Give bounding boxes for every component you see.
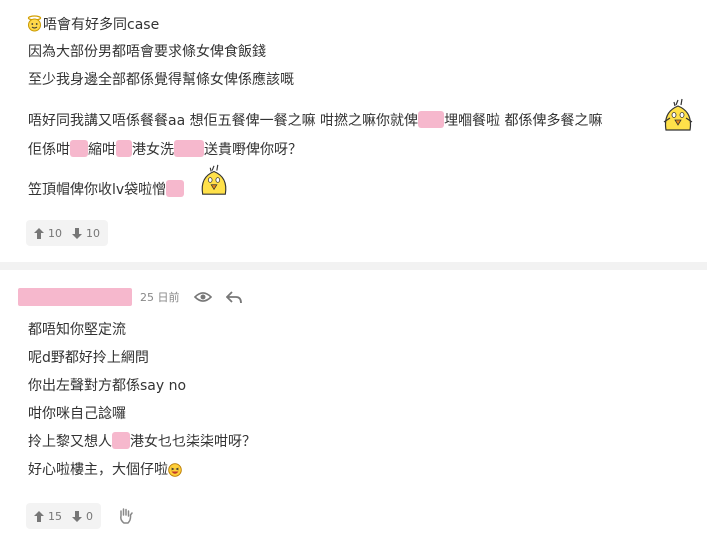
censored-text (112, 432, 130, 449)
post-line: 佢係咁 縮咁 港女洗 送貴嘢俾你呀？ (28, 140, 302, 160)
downvote-count: 0 (86, 509, 93, 523)
downvote-count: 10 (86, 226, 100, 240)
downvote-button[interactable]: 0 (72, 510, 93, 523)
downvote-button[interactable]: 10 (72, 227, 100, 240)
post-line: 拎上黎又想人 港女乜乜柒柒咁呀？ (28, 432, 256, 452)
laughing-face-icon (168, 463, 182, 477)
post-text: 港女洗 (132, 142, 174, 158)
post-line: 你出左聲對方都係say no (28, 378, 187, 394)
upvote-button[interactable]: 10 (34, 227, 62, 240)
view-button[interactable] (193, 291, 212, 303)
upvote-count: 15 (48, 509, 62, 523)
censored-text (116, 140, 132, 157)
post-line: 至少我身邊全部都係覺得幫條女俾係應該嘅 (28, 72, 294, 88)
post-line: 呢d野都好拎上網問 (28, 350, 149, 366)
thumb-down-arrow-icon (72, 227, 82, 239)
censored-text (418, 111, 445, 128)
thumb-down-arrow-icon (72, 510, 82, 522)
vote-bar: 15 0 (26, 503, 101, 529)
vote-bar: 10 10 (26, 220, 108, 246)
yellow-chick-sticker-icon (663, 98, 693, 131)
post-line: 咁你咪自己諗囉 (28, 406, 126, 422)
post-divider (0, 262, 707, 270)
upvote-count: 10 (48, 226, 62, 240)
eye-icon (193, 292, 212, 302)
post-line: 因為大部份男都唔會要求條女俾食飯錢 (28, 44, 266, 60)
reply-post-1: 唔會有好多同case 因為大部份男都唔會要求條女俾食飯錢 至少我身邊全部都係覺得… (0, 0, 707, 262)
post-text: 縮咁 (88, 142, 116, 158)
thumb-up-arrow-icon (34, 510, 44, 522)
username-censored[interactable] (18, 288, 132, 306)
post-text: 唔會有好多同case (43, 17, 160, 33)
post-text: 好心啦樓主，大個仔啦 (28, 462, 168, 478)
censored-text (70, 140, 88, 157)
post-text: 埋嗰餐啦 都係俾多餐之嘛 (444, 113, 603, 129)
post-line: 好心啦樓主，大個仔啦 (28, 460, 182, 480)
post-time: 25 日前 (140, 291, 180, 304)
reply-arrow-icon (225, 290, 242, 303)
post-text: 唔好同我講又唔係餐餐aa 想佢五餐俾一餐之嘛 咁撚之嘛你就俾 (28, 113, 419, 129)
post-text: 佢係咁 (28, 142, 70, 158)
angel-face-icon (27, 15, 42, 32)
reply-post-2: 25 日前 都唔知你堅定流 呢d野都好拎上網問 你出左聲對方都係say no 咁… (0, 270, 707, 534)
wave-hand-icon[interactable] (118, 507, 133, 524)
post-line: 唔會有好多同case (26, 15, 159, 35)
post-meta: 25 日前 (18, 285, 242, 309)
post-line: 笠頂帽俾你收lv袋啦憎 (28, 180, 185, 200)
post-line: 都唔知你堅定流 (28, 322, 126, 338)
post-text: 港女乜乜柒柒咁呀？ (130, 434, 256, 450)
censored-text (166, 180, 185, 197)
upvote-button[interactable]: 15 (34, 510, 62, 523)
reply-button[interactable] (225, 290, 242, 304)
post-text: 送貴嘢俾你呀？ (204, 142, 302, 158)
yellow-chick-sticker-icon (201, 164, 227, 195)
censored-text (174, 140, 204, 157)
thumb-up-arrow-icon (34, 227, 44, 239)
post-line: 唔好同我講又唔係餐餐aa 想佢五餐俾一餐之嘛 咁撚之嘛你就俾 埋嗰餐啦 都係俾多餐… (28, 111, 603, 131)
post-text: 笠頂帽俾你收lv袋啦憎 (28, 182, 167, 198)
post-text: 拎上黎又想人 (28, 434, 112, 450)
